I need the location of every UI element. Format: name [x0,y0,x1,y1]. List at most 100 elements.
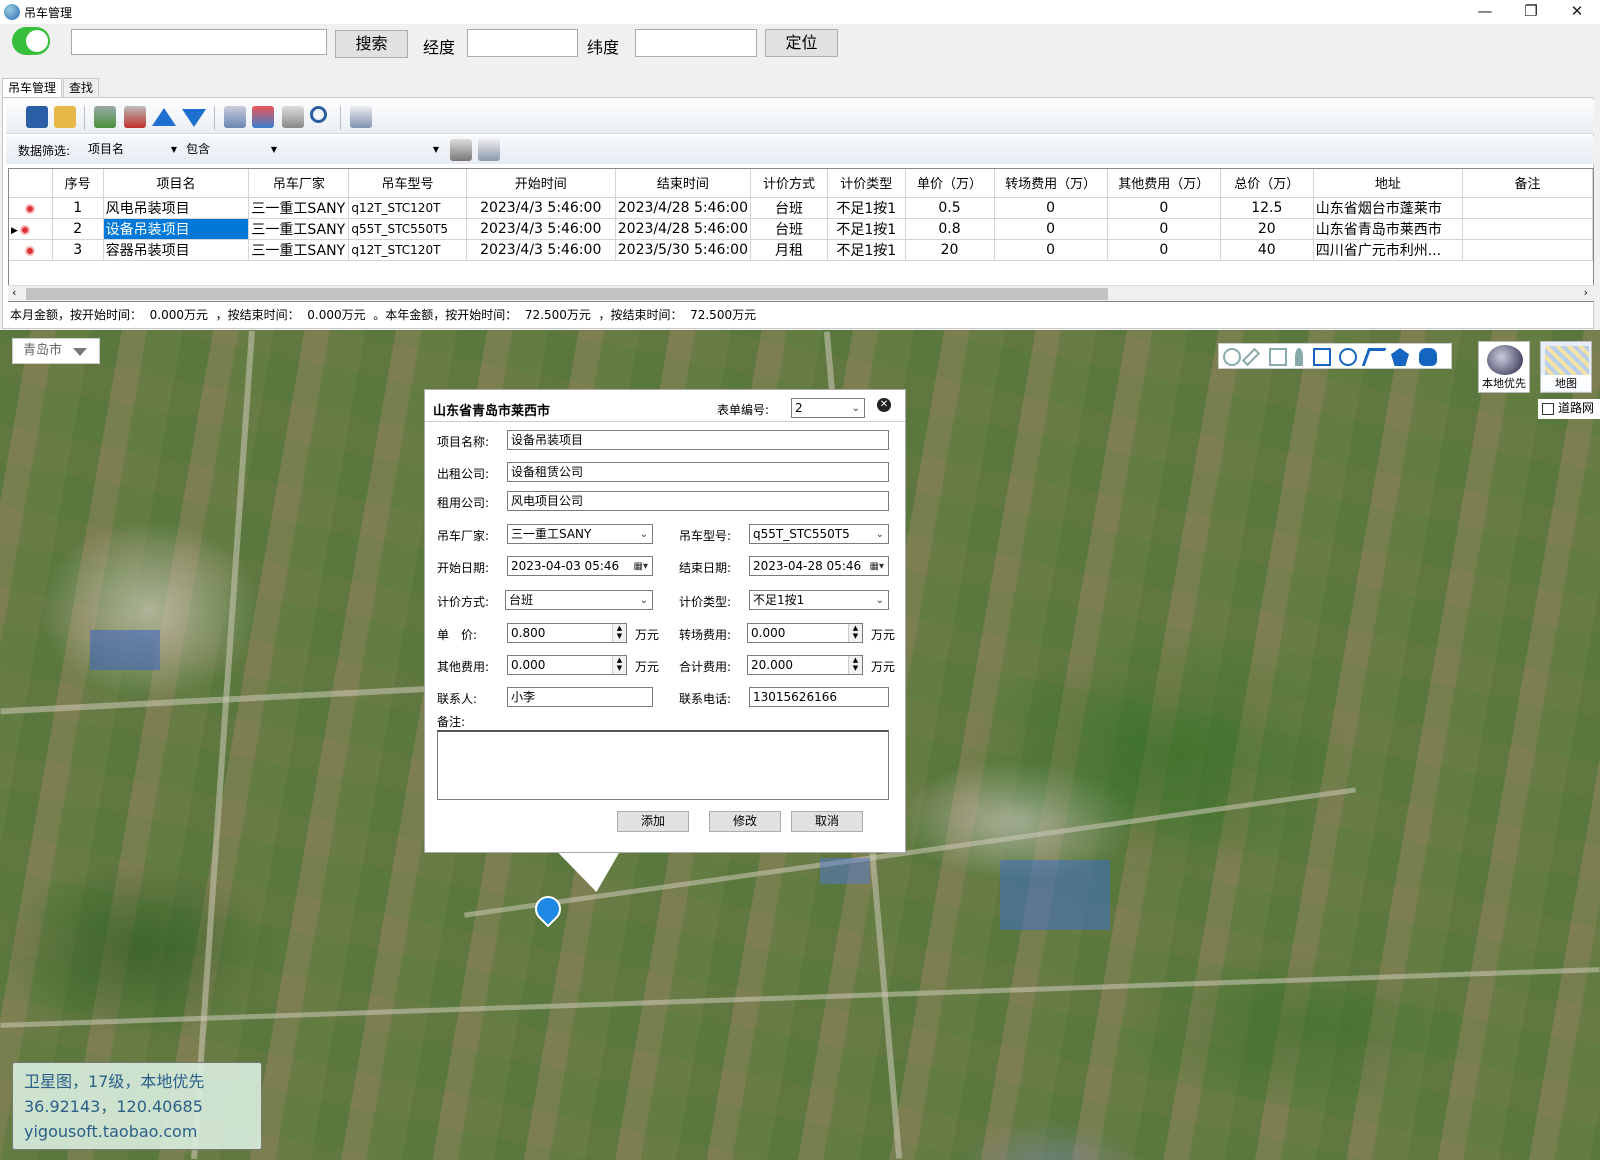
cell-project[interactable]: 容器吊装项目 [103,239,250,261]
lessor-field[interactable]: 设备租赁公司 [507,462,889,482]
horizontal-scrollbar[interactable]: ‹ › [8,285,1594,301]
polyline-icon[interactable] [1361,348,1387,366]
cell-remark[interactable] [1462,239,1593,261]
cell-end[interactable]: 2023/5/30 5:46:00 [615,239,751,261]
save-icon[interactable] [26,106,48,128]
lessee-field[interactable]: 风电项目公司 [507,491,889,511]
print-icon[interactable] [350,106,372,128]
longitude-input[interactable] [467,29,578,57]
checkbox-box[interactable] [1542,403,1554,415]
phone-field[interactable]: 13015626166 [749,687,889,707]
filter-value-select[interactable]: ▼ [282,140,442,160]
column-header[interactable]: 计价类型 [827,169,906,198]
cell-pricing[interactable]: 月租 [750,239,829,261]
polygon-icon[interactable] [1391,348,1409,366]
cell-total[interactable]: 40 [1220,239,1314,261]
cell-total[interactable]: 20 [1220,218,1314,240]
minimize-button[interactable]: — [1462,0,1508,24]
edit-icon[interactable] [1269,348,1287,366]
table-row[interactable]: 1 风电吊装项目 三一重工SANY q12T_STC120T 2023/4/3 … [9,197,1593,219]
model-select[interactable]: q55T_STC550T5 ⌄ [749,524,889,544]
search-icon[interactable] [310,106,327,123]
calendar-icon[interactable]: ▦▾ [870,558,884,575]
local-first-layer-button[interactable]: 本地优先 [1478,341,1530,393]
cell-transfer[interactable]: 0 [994,239,1108,261]
cell-pricing-type[interactable]: 不足1按1 [827,197,906,219]
table-row[interactable]: ▶ 2 设备吊装项目 三一重工SANY q55T_STC550T5 2023/4… [9,218,1593,240]
circle-icon[interactable] [1339,348,1357,366]
cell-pricing-type[interactable]: 不足1按1 [827,218,906,240]
measure-icon[interactable] [1241,347,1261,367]
start-date-picker[interactable]: 2023-04-03 05:46 ▦▾ [507,556,653,576]
export-icon[interactable] [252,106,274,128]
cell-model[interactable]: q12T_STC120T [348,239,467,261]
cell-remark[interactable] [1462,218,1593,240]
cell-total[interactable]: 12.5 [1220,197,1314,219]
cancel-button[interactable]: 取消 [791,811,863,832]
calendar-icon[interactable]: ▦▾ [634,558,648,575]
column-header[interactable]: 备注 [1462,169,1593,198]
cell-start[interactable]: 2023/4/3 5:46:00 [466,218,616,240]
cell-index[interactable]: 2 [52,218,104,240]
spinner-icon[interactable]: ▲ ▼ [612,624,626,642]
maximize-button[interactable]: ❐ [1508,0,1554,24]
cell-address[interactable]: 山东省青岛市莱西市 [1313,218,1464,240]
apply-filter-icon[interactable] [450,139,472,161]
cell-remark[interactable] [1462,197,1593,219]
filter-operator-select[interactable]: 包含 ▼ [182,140,280,160]
cell-start[interactable]: 2023/4/3 5:46:00 [466,197,616,219]
clear-filter-icon[interactable] [478,139,500,161]
scroll-right-icon[interactable]: › [1584,286,1588,299]
cell-maker[interactable]: 三一重工SANY [248,197,350,219]
cell-end[interactable]: 2023/4/28 5:46:00 [615,197,751,219]
column-header[interactable]: 开始时间 [466,169,616,198]
cell-maker[interactable]: 三一重工SANY [248,218,350,240]
open-folder-icon[interactable] [54,106,76,128]
city-select[interactable]: 青岛市 [12,338,100,364]
spinner-icon[interactable]: ▲ ▼ [848,656,862,674]
other-field[interactable]: 0.000 ▲ ▼ [507,655,627,675]
latitude-input[interactable] [635,29,757,57]
cell-model[interactable]: q55T_STC550T5 [348,218,467,240]
unit-price-field[interactable]: 0.800 ▲ ▼ [507,623,627,643]
column-header[interactable]: 序号 [52,169,104,198]
cell-model[interactable]: q12T_STC120T [348,197,467,219]
cell-address[interactable]: 山东省烟台市蓬莱市 [1313,197,1464,219]
row-indicator[interactable]: ▶ [9,218,53,240]
add-button[interactable]: 添加 [617,811,689,832]
map-layer-button[interactable]: 地图 [1540,341,1592,393]
delete-record-icon[interactable] [124,106,146,128]
pricing-type-select[interactable]: 不足1按1 ⌄ [749,590,889,610]
online-toggle[interactable] [12,27,50,55]
row-indicator[interactable] [9,239,53,261]
remark-textarea[interactable] [437,730,889,800]
modify-button[interactable]: 修改 [709,811,781,832]
pin-icon[interactable] [1295,348,1303,366]
move-up-icon[interactable] [152,108,176,126]
column-header[interactable]: 地址 [1313,169,1464,198]
roadnet-checkbox[interactable]: 道路网 [1538,399,1600,419]
column-header[interactable]: 吊车厂家 [248,169,350,198]
cell-start[interactable]: 2023/4/3 5:46:00 [466,239,616,261]
maker-select[interactable]: 三一重工SANY ⌄ [507,524,653,544]
pricing-select[interactable]: 台班 ⌄ [505,590,653,610]
cell-other[interactable]: 0 [1107,197,1221,219]
zoom-icon[interactable] [1223,348,1241,366]
scrollbar-thumb[interactable] [26,288,1108,300]
spinner-icon[interactable]: ▲ ▼ [612,656,626,674]
project-field[interactable]: 设备吊装项目 [507,430,889,450]
end-date-picker[interactable]: 2023-04-28 05:46 ▦▾ [749,556,889,576]
cell-unit-price[interactable]: 0.8 [905,218,995,240]
total-field[interactable]: 20.000 ▲ ▼ [747,655,863,675]
search-button[interactable]: 搜索 [335,30,408,58]
tab-search[interactable]: 查找 [63,78,100,98]
column-header[interactable]: 计价方式 [750,169,829,198]
cell-transfer[interactable]: 0 [994,218,1108,240]
cell-index[interactable]: 1 [52,197,104,219]
cell-pricing[interactable]: 台班 [750,197,829,219]
close-icon[interactable]: ✕ [877,398,891,412]
form-no-select[interactable]: 2 ⌄ [791,398,865,418]
column-header[interactable]: 单价（万） [905,169,995,198]
cell-pricing[interactable]: 台班 [750,218,829,240]
cell-project[interactable]: 设备吊装项目 [103,218,250,240]
